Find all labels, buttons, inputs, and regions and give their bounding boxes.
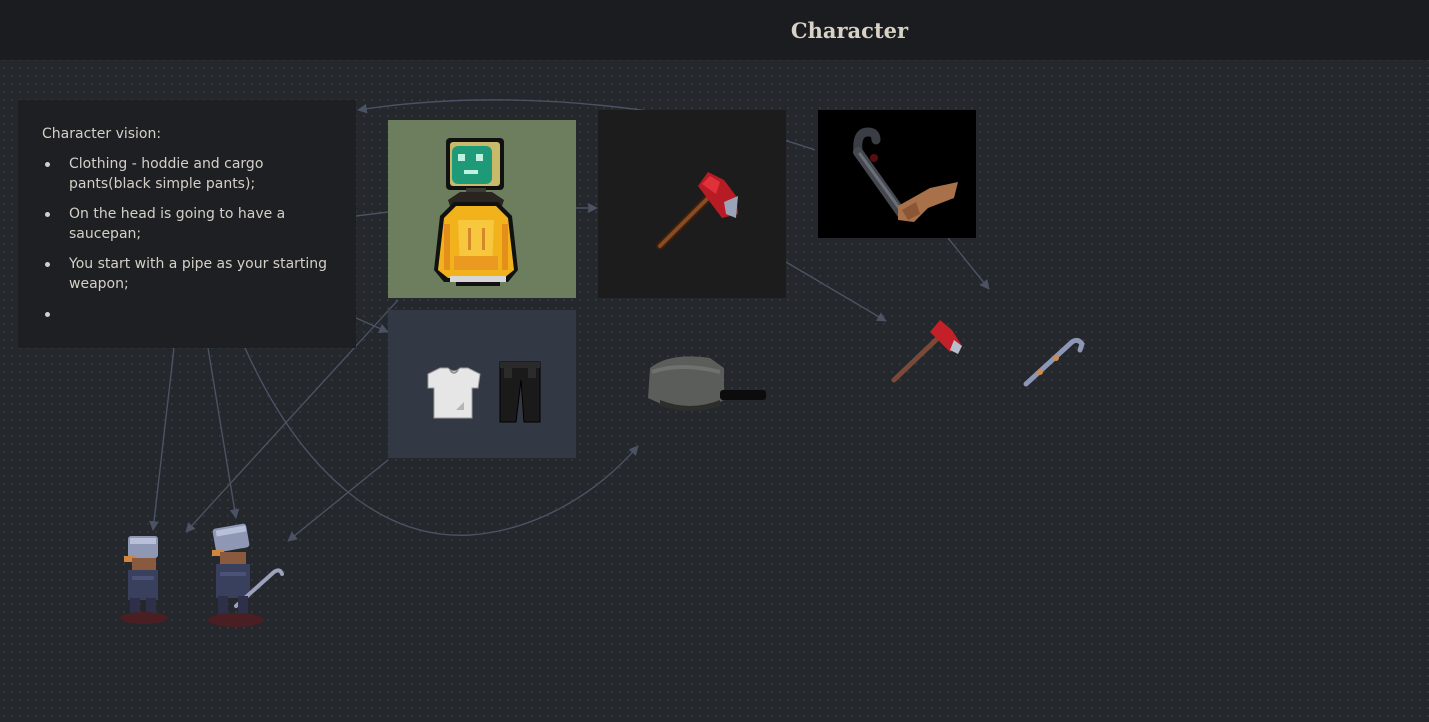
black-pants-icon — [499, 361, 541, 423]
character-sprite-icon — [208, 523, 284, 627]
board-header: Character — [0, 0, 1429, 60]
list-item[interactable]: Clothing - hoddie and cargo pants(black … — [42, 154, 336, 194]
character-vision-card[interactable]: Character vision: Clothing - hoddie and … — [18, 100, 356, 348]
list-item[interactable] — [42, 304, 336, 324]
connector — [355, 317, 389, 333]
connector — [149, 347, 175, 531]
hoodie-character-icon — [434, 138, 518, 286]
connector — [287, 459, 389, 542]
axe-image[interactable] — [598, 110, 786, 298]
connector — [207, 347, 240, 519]
clothing-items-image[interactable] — [388, 310, 576, 458]
page-title: Character — [790, 17, 909, 43]
pipe-weapon-icon — [853, 127, 958, 222]
character-sprite-icon — [120, 536, 168, 624]
pipe-weapon-icon — [1023, 337, 1085, 387]
vision-card-title: Character vision: — [42, 126, 162, 142]
character-sprite-idle[interactable] — [110, 530, 180, 626]
saucepan-image[interactable] — [640, 350, 770, 416]
pipe-reference-image[interactable] — [818, 110, 976, 238]
hoodie-character-image[interactable] — [388, 120, 576, 298]
pipe-sprite[interactable] — [1020, 330, 1086, 388]
white-shirt-icon — [427, 367, 481, 419]
connector — [785, 261, 887, 322]
red-axe-icon — [891, 320, 962, 383]
connector — [947, 237, 990, 290]
red-axe-icon — [656, 172, 738, 250]
connector — [355, 211, 389, 217]
character-sprite-with-pipe[interactable] — [200, 522, 290, 630]
list-item[interactable]: You start with a pipe as your starting w… — [42, 254, 336, 294]
saucepan-icon — [648, 356, 766, 411]
axe-sprite[interactable] — [888, 316, 966, 388]
vision-list: Clothing - hoddie and cargo pants(black … — [42, 154, 336, 324]
list-item[interactable]: On the head is going to have a saucepan; — [42, 204, 336, 244]
